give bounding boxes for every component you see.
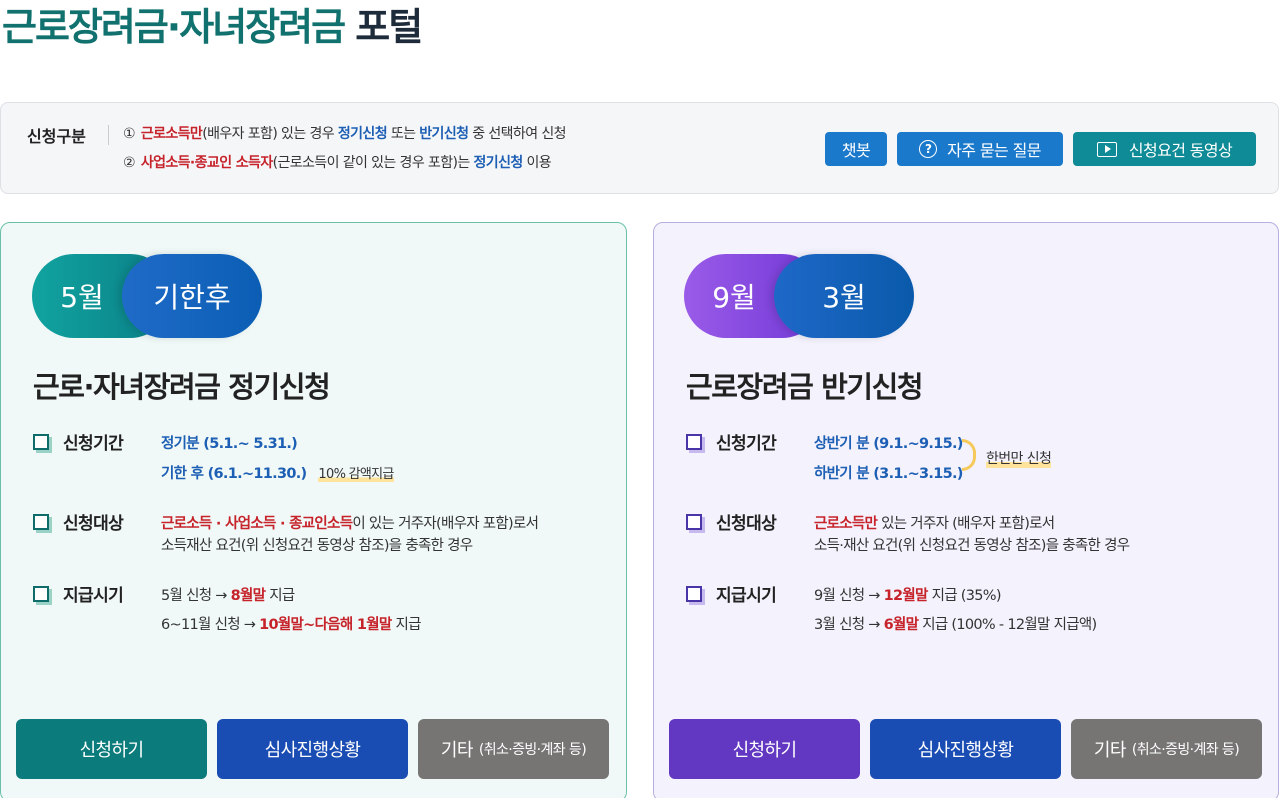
period-label: 신청기간 bbox=[33, 429, 124, 454]
etc-button[interactable]: 기타 (취소·증빙·계좌 등) bbox=[418, 719, 609, 779]
checkbox-square-icon bbox=[33, 433, 49, 450]
checkbox-square-icon bbox=[33, 513, 49, 530]
apply-button[interactable]: 신청하기 bbox=[16, 719, 207, 779]
info-line-1-text-3: 중 선택하여 신청 bbox=[468, 126, 566, 142]
period-first-half: 상반기 분 (9.1.~9.15.) bbox=[814, 436, 963, 452]
payment-line-2: 6~11월 신청 → 10월말~다음해 1월말 지급 bbox=[161, 617, 421, 633]
page-title-rest: 포털 bbox=[355, 5, 423, 49]
target-line-2: 소득·재산 요건(위 신청요건 동영상 참조)을 충족한 경우 bbox=[814, 538, 1130, 554]
brace-icon bbox=[962, 439, 976, 471]
period-label: 신청기간 bbox=[686, 429, 777, 454]
pill-month-b: 3월 bbox=[774, 254, 914, 338]
application-type-label: 신청구분 bbox=[27, 127, 86, 146]
faq-button[interactable]: ? 자주 묻는 질문 bbox=[897, 132, 1063, 166]
info-line-1-regular: 정기신청 bbox=[337, 126, 388, 142]
page-title: 근로장려금·자녀장려금 포털 bbox=[2, 2, 423, 52]
target-label: 신청대상 bbox=[686, 509, 777, 534]
info-line-1-semi: 반기신청 bbox=[419, 126, 469, 142]
info-line-1-text-2: 또는 bbox=[387, 126, 420, 142]
payment-line-1: 9월 신청 → 12월말 지급 (35%) bbox=[814, 588, 1002, 604]
faq-label: 자주 묻는 질문 bbox=[947, 141, 1041, 160]
review-status-button[interactable]: 심사진행상황 bbox=[870, 719, 1061, 779]
target-label: 신청대상 bbox=[33, 509, 124, 534]
info-line-1-highlight: 근로소득만 bbox=[140, 126, 203, 142]
target-line-1: 근로소득만 있는 거주자 (배우자 포함)로서 bbox=[814, 516, 1055, 532]
card-title: 근로·자녀장려금 정기신청 bbox=[33, 370, 331, 404]
requirements-video-button[interactable]: 신청요건 동영상 bbox=[1073, 132, 1256, 166]
play-icon bbox=[1096, 141, 1117, 157]
card-title: 근로장려금 반기신청 bbox=[686, 370, 924, 404]
regular-application-card: 5월 기한후 근로·자녀장려금 정기신청 신청기간 정기분 (5.1.~ 5.3… bbox=[0, 222, 627, 798]
number-2: ② bbox=[123, 155, 136, 171]
pill-month-b: 기한후 bbox=[122, 254, 262, 338]
payment-line-1: 5월 신청 → 8월말 지급 bbox=[161, 588, 295, 604]
requirements-video-label: 신청요건 동영상 bbox=[1128, 141, 1233, 160]
review-status-button[interactable]: 심사진행상황 bbox=[217, 719, 408, 779]
info-line-1: ① 근로소득만(배우자 포함) 있는 경우 정기신청 또는 반기신청 중 선택하… bbox=[123, 123, 567, 143]
info-line-2: ② 사업소득·종교인 소득자(근로소득이 같이 있는 경우 포함)는 정기신청 … bbox=[123, 152, 552, 172]
target-line-1: 근로소득 · 사업소득 · 종교인소득이 있는 거주자(배우자 포함)로서 bbox=[161, 516, 539, 532]
page-title-accent: 근로장려금·자녀장려금 bbox=[2, 5, 346, 49]
chatbot-button[interactable]: 챗봇 bbox=[825, 132, 887, 166]
chatbot-label: 챗봇 bbox=[841, 141, 871, 160]
checkbox-square-icon bbox=[686, 433, 702, 450]
etc-button[interactable]: 기타 (취소·증빙·계좌 등) bbox=[1071, 719, 1262, 779]
info-line-2-text-2: 이용 bbox=[522, 155, 552, 171]
checkbox-square-icon bbox=[686, 585, 702, 602]
reduction-note: 10% 감액지급 bbox=[318, 467, 394, 482]
info-line-2-highlight: 사업소득·종교인 소득자 bbox=[140, 155, 273, 171]
once-note: 한번만 신청 bbox=[986, 448, 1052, 468]
checkbox-square-icon bbox=[33, 585, 49, 602]
application-type-box: 신청구분 ① 근로소득만(배우자 포함) 있는 경우 정기신청 또는 반기신청 … bbox=[0, 102, 1279, 194]
question-icon: ? bbox=[919, 140, 938, 158]
apply-button[interactable]: 신청하기 bbox=[669, 719, 860, 779]
payment-label: 지급시기 bbox=[33, 581, 124, 606]
semiannual-application-card: 9월 3월 근로장려금 반기신청 신청기간 상반기 분 (9.1.~9.15.)… bbox=[653, 222, 1279, 798]
payment-line-2: 3월 신청 → 6월말 지급 (100% - 12월말 지급액) bbox=[814, 617, 1097, 633]
info-line-2-regular: 정기신청 bbox=[473, 155, 524, 171]
info-divider bbox=[108, 125, 109, 145]
checkbox-square-icon bbox=[686, 513, 702, 530]
schedule-pill: 5월 기한후 bbox=[32, 254, 262, 338]
number-1: ① bbox=[123, 126, 136, 142]
period-regular: 정기분 (5.1.~ 5.31.) bbox=[161, 436, 298, 452]
info-line-2-text-1: (근로소득이 같이 있는 경우 포함)는 bbox=[272, 155, 474, 171]
period-second-half: 하반기 분 (3.1.~3.15.) bbox=[814, 466, 963, 482]
info-line-1-text-1: (배우자 포함) 있는 경우 bbox=[202, 126, 338, 142]
schedule-pill: 9월 3월 bbox=[684, 254, 914, 338]
target-line-2: 소득재산 요건(위 신청요건 동영상 참조)을 충족한 경우 bbox=[161, 538, 473, 554]
period-late: 기한 후 (6.1.~11.30.) 10% 감액지급 bbox=[161, 466, 394, 482]
payment-label: 지급시기 bbox=[686, 581, 777, 606]
